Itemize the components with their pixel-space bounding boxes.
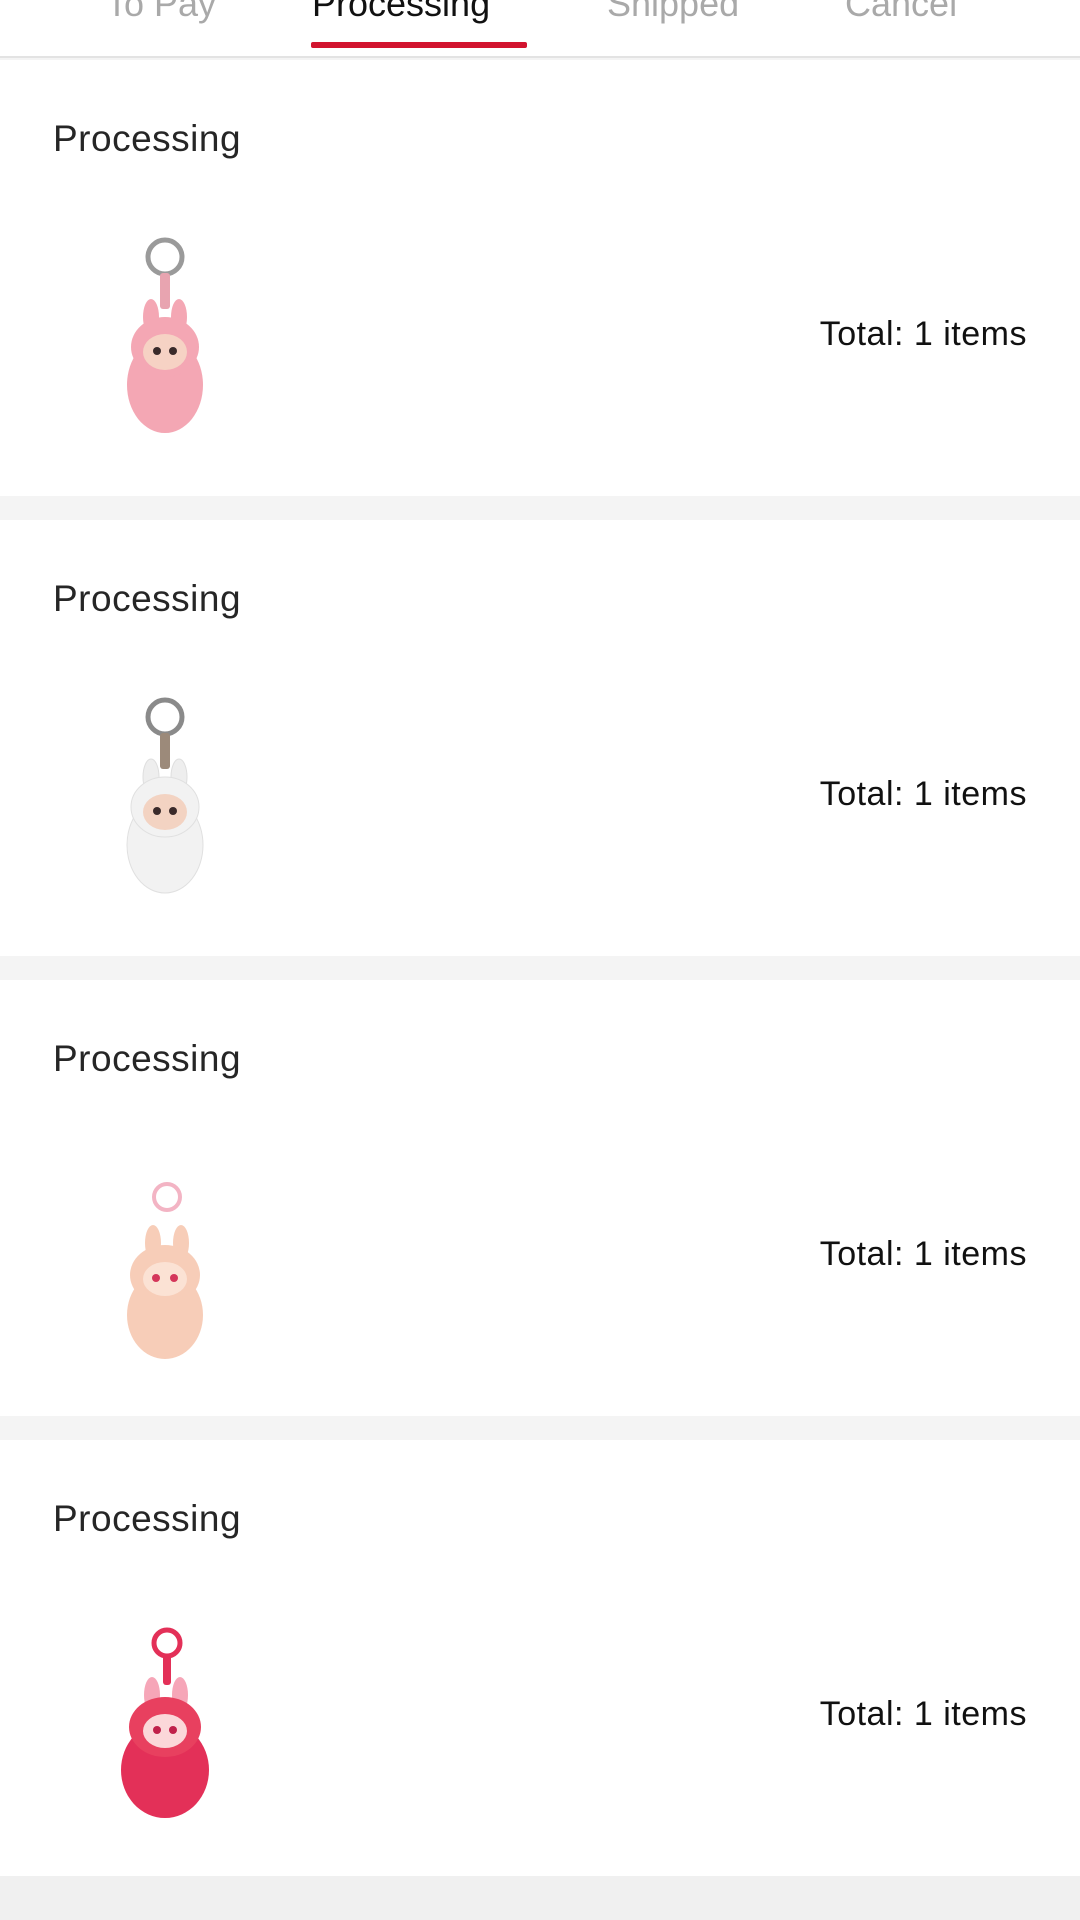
order-total: Total: 1 items [819,315,1027,353]
order-card[interactable]: Processing Total: 1 items [0,1440,1080,1876]
tab-shipped[interactable]: Shipped [607,0,739,30]
order-total: Total: 1 items [819,1235,1027,1273]
red-bunny-keychain-icon [121,1627,209,1818]
list-bottom-spacer [0,1876,1080,1920]
active-tab-indicator [311,42,527,48]
white-bunny-keychain-icon [126,697,204,894]
order-status-label: Processing [53,118,242,159]
order-total: Total: 1 items [819,1695,1027,1733]
order-card[interactable]: Processing Total: 1 items [0,980,1080,1416]
order-card[interactable]: Processing Total: 1 items [0,520,1080,956]
pink-bunny-keychain-icon [127,237,203,433]
tab-processing[interactable]: Processing [312,0,490,30]
order-status-label: Processing [53,1038,242,1079]
order-card[interactable]: Processing Total: 1 items [0,60,1080,496]
peach-bunny-keychain-icon [127,1182,203,1359]
order-status-label: Processing [53,578,242,619]
order-status-tabs: To Pay Processing Shipped Cancel [0,0,1080,58]
tab-to-pay[interactable]: To Pay [106,0,216,30]
order-total: Total: 1 items [819,775,1027,813]
tab-cancel[interactable]: Cancel [845,0,957,30]
order-status-label: Processing [53,1498,242,1539]
